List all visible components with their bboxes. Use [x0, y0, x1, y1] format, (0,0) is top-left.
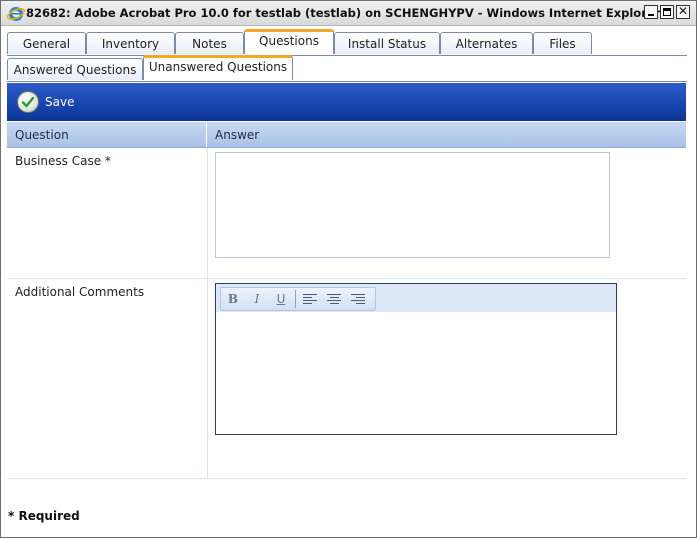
- checkmark-icon: [17, 91, 39, 113]
- row-separator: [7, 278, 686, 279]
- maximize-button[interactable]: [660, 5, 674, 19]
- column-header-answer: Answer: [215, 128, 260, 142]
- save-label: Save: [45, 95, 75, 109]
- action-toolbar: Save: [7, 83, 686, 121]
- formatting-tools: B I U: [220, 287, 376, 311]
- align-right-icon: [346, 289, 370, 309]
- italic-button[interactable]: I: [245, 289, 269, 309]
- toolbar-separator: [295, 290, 296, 308]
- tab-unanswered-questions[interactable]: Unanswered Questions: [143, 55, 293, 80]
- grid-header: Question Answer: [7, 122, 686, 148]
- browser-window: 82682: Adobe Acrobat Pro 10.0 for testla…: [0, 0, 697, 538]
- window-controls: ✕: [644, 5, 690, 19]
- question-business-case: Business Case *: [15, 154, 111, 168]
- align-left-icon: [298, 289, 322, 309]
- tab-inventory[interactable]: Inventory: [86, 32, 175, 54]
- tab-files[interactable]: Files: [533, 32, 592, 54]
- required-note: * Required: [8, 509, 80, 523]
- tab-questions[interactable]: Questions: [244, 29, 334, 54]
- additional-comments-editor[interactable]: B I U: [215, 283, 617, 435]
- underline-button[interactable]: U: [269, 289, 293, 309]
- business-case-input[interactable]: [215, 152, 610, 258]
- tab-general[interactable]: General: [7, 32, 86, 54]
- align-center-icon: [322, 289, 346, 309]
- minimize-button[interactable]: [644, 5, 658, 19]
- internet-explorer-icon: [6, 7, 26, 21]
- align-center-button[interactable]: [322, 289, 346, 309]
- title-bar: 82682: Adobe Acrobat Pro 10.0 for testla…: [1, 1, 696, 26]
- save-button[interactable]: Save: [17, 91, 74, 113]
- window-title: 82682: Adobe Acrobat Pro 10.0 for testla…: [26, 6, 661, 20]
- question-additional-comments: Additional Comments: [15, 285, 145, 299]
- column-divider: [206, 122, 207, 147]
- tab-notes[interactable]: Notes: [175, 32, 244, 54]
- tab-install-status[interactable]: Install Status: [334, 32, 440, 54]
- close-button[interactable]: ✕: [676, 5, 690, 19]
- subtabs-divider: [7, 81, 687, 82]
- grid-bottom-separator: [7, 478, 686, 479]
- column-header-question: Question: [15, 128, 69, 142]
- editor-toolbar: B I U: [216, 284, 616, 312]
- tab-answered-questions[interactable]: Answered Questions: [7, 58, 143, 80]
- bold-button[interactable]: B: [221, 289, 245, 309]
- tab-alternates[interactable]: Alternates: [440, 32, 533, 54]
- tabs-divider: [7, 55, 687, 56]
- align-left-button[interactable]: [298, 289, 322, 309]
- question-answer-divider: [207, 148, 208, 478]
- align-right-button[interactable]: [346, 289, 370, 309]
